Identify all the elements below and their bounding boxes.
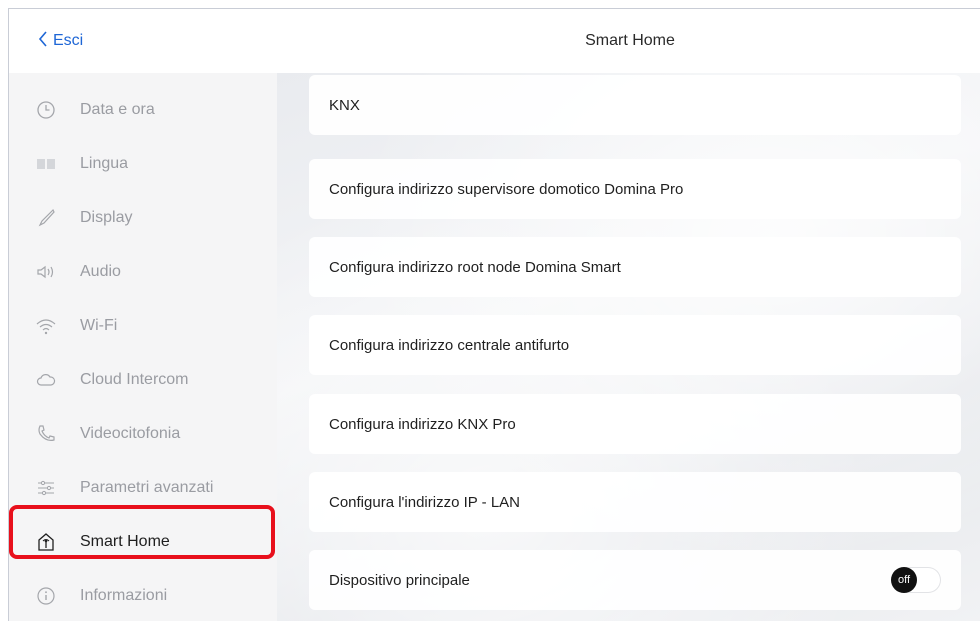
sidebar-item-informazioni[interactable]: Informazioni (9, 569, 277, 621)
info-icon (35, 585, 57, 607)
sidebar-item-audio[interactable]: Audio (9, 245, 277, 299)
clock-icon (35, 99, 57, 121)
sidebar-item-label: Lingua (80, 155, 129, 172)
sidebar-item-label: Cloud Intercom (80, 371, 189, 388)
row-label: Configura indirizzo centrale antifurto (329, 336, 570, 354)
sidebar-item-display[interactable]: Display (9, 191, 277, 245)
row-knx-pro[interactable]: Configura indirizzo KNX Pro (309, 394, 961, 454)
row-ip-lan[interactable]: Configura l'indirizzo IP - LAN (309, 472, 961, 532)
sidebar-item-label: Informazioni (80, 587, 168, 604)
sidebar-item-label: Wi-Fi (80, 317, 118, 334)
dispositivo-principale-toggle[interactable]: off (891, 567, 941, 593)
sidebar-item-wifi[interactable]: Wi-Fi (9, 299, 277, 353)
sidebar-item-data-e-ora[interactable]: Data e ora (9, 83, 277, 137)
wifi-icon (35, 315, 57, 337)
row-knx[interactable]: KNX (309, 75, 961, 135)
smart-home-icon (35, 531, 57, 553)
sidebar-item-label: Videocitofonia (80, 425, 181, 442)
sidebar-item-lingua[interactable]: Lingua (9, 137, 277, 191)
header-bar: Esci Smart Home (9, 9, 980, 73)
row-label: Configura indirizzo KNX Pro (329, 415, 516, 433)
row-label: Configura l'indirizzo IP - LAN (329, 493, 521, 511)
app-window: Esci Smart Home Data e ora Lingua Displa… (8, 8, 980, 621)
sidebar: Data e ora Lingua Display Audio Wi-Fi Cl… (9, 73, 277, 621)
sidebar-item-videocitofonia[interactable]: Videocitofonia (9, 407, 277, 461)
sidebar-item-label: Data e ora (80, 101, 155, 118)
sliders-icon (35, 477, 57, 499)
phone-icon (35, 423, 57, 445)
sidebar-item-parametri-avanzati[interactable]: Parametri avanzati (9, 461, 277, 515)
sidebar-item-cloud-intercom[interactable]: Cloud Intercom (9, 353, 277, 407)
speaker-icon (35, 261, 57, 283)
settings-panel: KNX Configura indirizzo supervisore domo… (277, 73, 980, 621)
sidebar-item-label: Audio (80, 263, 121, 280)
sidebar-item-label: Parametri avanzati (80, 479, 214, 496)
row-label: Dispositivo principale (329, 571, 470, 589)
cloud-icon (35, 369, 57, 391)
toggle-knob: off (891, 567, 917, 593)
sidebar-item-label: Smart Home (80, 533, 170, 550)
row-domina-smart[interactable]: Configura indirizzo root node Domina Sma… (309, 237, 961, 297)
row-dispositivo-principale: Dispositivo principale off (309, 550, 961, 610)
row-label: KNX (329, 96, 360, 114)
sidebar-item-label: Display (80, 209, 133, 226)
row-label: Configura indirizzo root node Domina Sma… (329, 258, 621, 276)
row-antifurto[interactable]: Configura indirizzo centrale antifurto (309, 315, 961, 375)
row-label: Configura indirizzo supervisore domotico… (329, 180, 684, 198)
brush-icon (35, 207, 57, 229)
row-domina-pro[interactable]: Configura indirizzo supervisore domotico… (309, 159, 961, 219)
page-title: Smart Home (585, 32, 675, 49)
sidebar-item-smart-home[interactable]: Smart Home (9, 515, 277, 569)
book-icon (35, 153, 57, 175)
